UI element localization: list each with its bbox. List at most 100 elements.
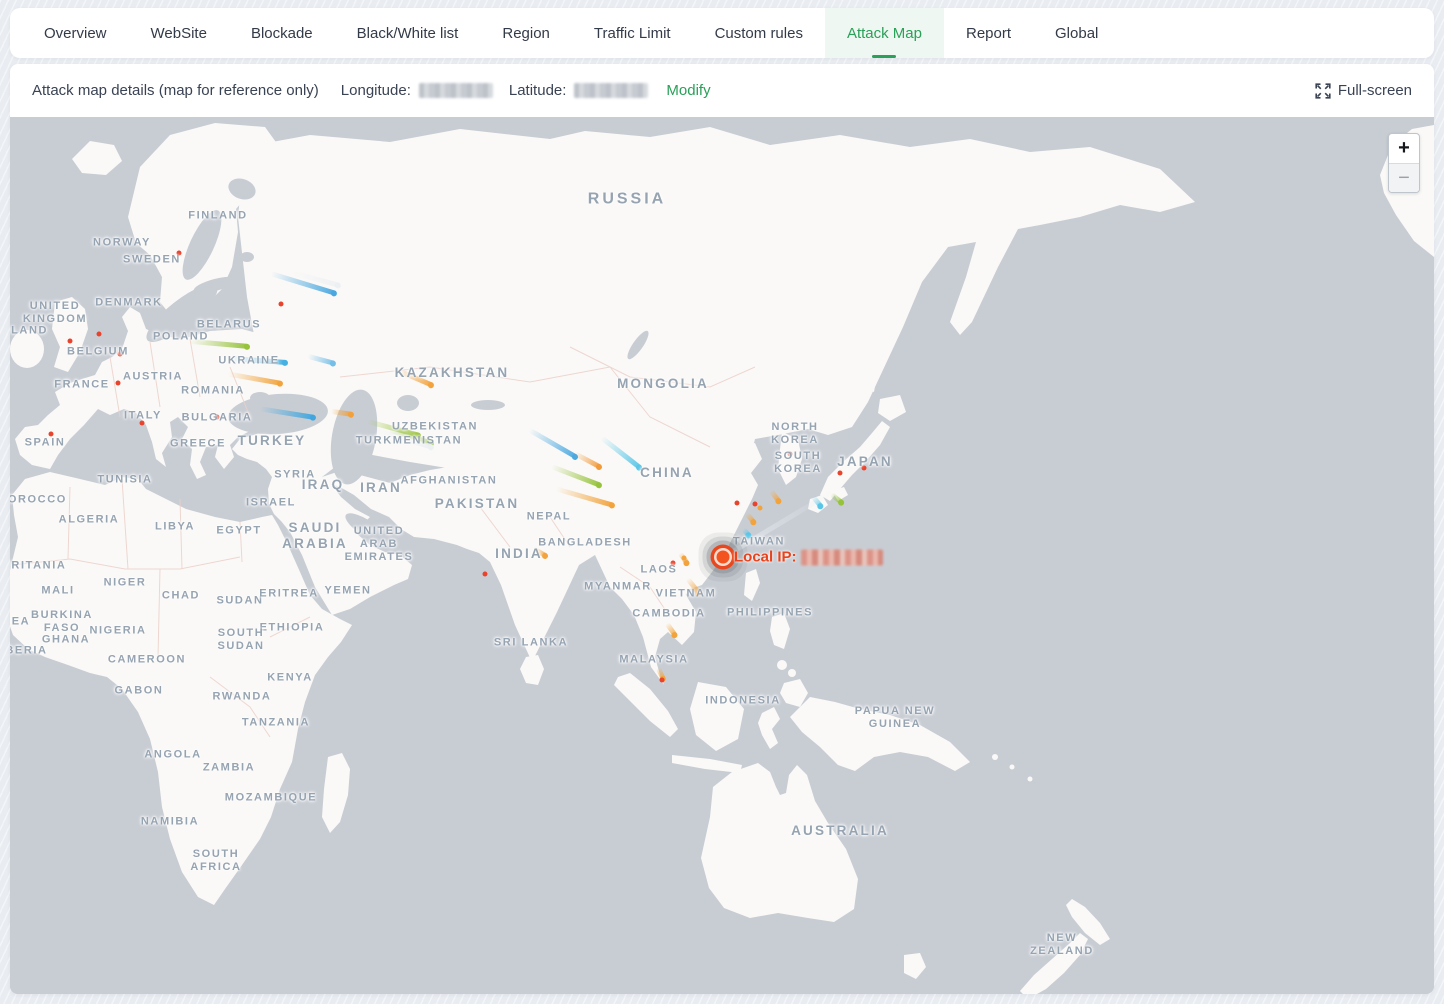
map-label-denmark: DENMARK <box>95 296 162 309</box>
map-label-bulgaria: BULGARIA <box>182 411 253 424</box>
map-label-vietnam: VIETNAM <box>656 587 717 600</box>
map-label-poland: POLAND <box>153 330 209 343</box>
map-toolbar: Attack map details (map for reference on… <box>10 64 1434 117</box>
map-label-egypt: EGYPT <box>216 524 261 537</box>
local-ip-marker[interactable] <box>717 551 730 564</box>
map-label-sweden: SWEDEN <box>123 253 181 266</box>
map-label-taiwan: TAIWAN <box>733 535 785 548</box>
map-label-saudi-arabia: SAUDI ARABIA <box>282 520 348 552</box>
panel-title: Attack map details (map for reference on… <box>32 82 319 99</box>
tab-traffic-limit[interactable]: Traffic Limit <box>572 8 693 58</box>
local-ip-value-redacted <box>801 549 883 565</box>
map-label-guinea: GUINEA <box>10 615 30 628</box>
map-label-laos: LAOS <box>641 563 678 576</box>
map-label-algeria: ALGERIA <box>59 513 120 526</box>
map-label-tunisia: TUNISIA <box>97 473 152 486</box>
map-label-belarus: BELARUS <box>197 318 261 331</box>
map-label-libya: LIBYA <box>155 520 195 533</box>
map-label-eritrea: ERITREA <box>259 587 318 600</box>
map-label-spain: SPAIN <box>25 436 66 449</box>
fullscreen-button[interactable]: Full-screen <box>1315 82 1412 99</box>
map-label-zambia: ZAMBIA <box>203 761 255 774</box>
map-label-turkey: TURKEY <box>238 433 307 449</box>
map-label-sudan: SUDAN <box>216 594 263 607</box>
map-label-uzbekistan: UZBEKISTAN <box>392 420 478 433</box>
map-label-france: FRANCE <box>54 378 109 391</box>
map-label-nigeria: NIGERIA <box>89 624 146 637</box>
map-label-austria: AUSTRIA <box>123 370 183 383</box>
fullscreen-icon <box>1315 83 1331 99</box>
map-label-greece: GREECE <box>170 437 226 450</box>
map-label-namibia: NAMIBIA <box>141 815 199 828</box>
map-label-australia: AUSTRALIA <box>791 823 889 839</box>
map-label-russia: RUSSIA <box>588 189 666 208</box>
local-ip-callout: Local IP: <box>734 549 883 566</box>
map-label-kazakhstan: KAZAKHSTAN <box>395 365 510 381</box>
map-label-mauritania: MAURITANIA <box>10 559 66 572</box>
tab-region[interactable]: Region <box>480 8 572 58</box>
map-label-japan: JAPAN <box>837 454 893 470</box>
longitude-label: Longitude: <box>341 82 411 99</box>
map-label-pakistan: PAKISTAN <box>435 496 520 512</box>
map-label-nepal: NEPAL <box>527 510 571 523</box>
page: { "nav": { "tabs": [ {"label": "Overview… <box>0 0 1444 1004</box>
map-label-south-korea: SOUTH KOREA <box>774 450 822 476</box>
local-ip-label: Local IP: <box>734 549 797 566</box>
map-label-myanmar: MYANMAR <box>584 580 652 593</box>
map-label-bangladesh: BANGLADESH <box>538 536 632 549</box>
map-label-kenya: KENYA <box>267 671 313 684</box>
map-zoom-control: + − <box>1388 133 1420 193</box>
map-label-south-sudan: SOUTH SUDAN <box>217 627 264 653</box>
tab-report[interactable]: Report <box>944 8 1033 58</box>
modify-link[interactable]: Modify <box>666 82 710 99</box>
map-label-mali: MALI <box>41 584 74 597</box>
map-label-israel: ISRAEL <box>246 496 296 509</box>
tab-attack-map[interactable]: Attack Map <box>825 8 944 58</box>
tab-overview[interactable]: Overview <box>22 8 129 58</box>
map-label-ghana: GHANA <box>42 633 90 646</box>
map-label-malaysia: MALAYSIA <box>619 653 688 666</box>
map-label-mongolia: MONGOLIA <box>617 376 709 392</box>
map-label-ethiopia: ETHIOPIA <box>260 621 325 634</box>
tab-black-white-list[interactable]: Black/White list <box>335 8 481 58</box>
attack-map[interactable]: RUSSIA FINLAND NORWAY SWEDEN DENMARK UNITED K… <box>10 117 1434 994</box>
map-label-papua-new-guinea: PAPUA NEW GUINEA <box>855 705 935 731</box>
map-label-mozambique: MOZAMBIQUE <box>225 791 317 804</box>
map-label-indonesia: INDONESIA <box>705 694 781 707</box>
map-label-finland: FINLAND <box>188 209 247 222</box>
map-label-gabon: GABON <box>115 684 164 697</box>
map-label-iraq: IRAQ <box>302 477 345 493</box>
map-label-yemen: YEMEN <box>324 584 371 597</box>
map-label-belgium: BELGIUM <box>67 345 129 358</box>
latitude-label: Latitude: <box>509 82 567 99</box>
map-label-north-korea: NORTH KOREA <box>771 421 819 447</box>
map-label-ukraine: UKRAINE <box>218 354 279 367</box>
fullscreen-label: Full-screen <box>1338 82 1412 99</box>
map-label-norway: NORWAY <box>93 236 151 249</box>
zoom-in-button[interactable]: + <box>1389 134 1419 164</box>
map-label-united-arab-emirates: UNITED ARAB EMIRATES <box>345 525 414 565</box>
tab-blockade[interactable]: Blockade <box>229 8 335 58</box>
map-label-rwanda: RWANDA <box>213 690 272 703</box>
map-label-philippines: PHILIPPINES <box>727 606 813 619</box>
map-label-italy: ITALY <box>124 409 162 422</box>
map-label-sri-lanka: SRI LANKA <box>494 636 568 649</box>
map-label-romania: ROMANIA <box>181 384 245 397</box>
latitude-value-redacted <box>574 83 648 98</box>
map-label-cambodia: CAMBODIA <box>632 607 705 620</box>
zoom-out-button[interactable]: − <box>1389 164 1419 192</box>
map-label-iran: IRAN <box>360 480 402 496</box>
map-label-united-kingdom: UNITED KINGDOM <box>23 300 87 326</box>
map-label-niger: NIGER <box>104 576 147 589</box>
tab-custom-rules[interactable]: Custom rules <box>693 8 825 58</box>
map-label-china: CHINA <box>640 465 694 481</box>
map-label-angola: ANGOLA <box>144 748 201 761</box>
tab-global[interactable]: Global <box>1033 8 1120 58</box>
map-label-ireland: IRELAND <box>10 324 48 337</box>
map-label-burkina-faso: BURKINA FASO <box>31 609 93 635</box>
map-label-cameroon: CAMEROON <box>108 653 186 666</box>
map-label-liberia: LIBERIA <box>10 644 48 657</box>
tab-website[interactable]: WebSite <box>129 8 229 58</box>
map-label-south-africa: SOUTH AFRICA <box>190 848 241 874</box>
map-label-syria: SYRIA <box>274 468 316 481</box>
